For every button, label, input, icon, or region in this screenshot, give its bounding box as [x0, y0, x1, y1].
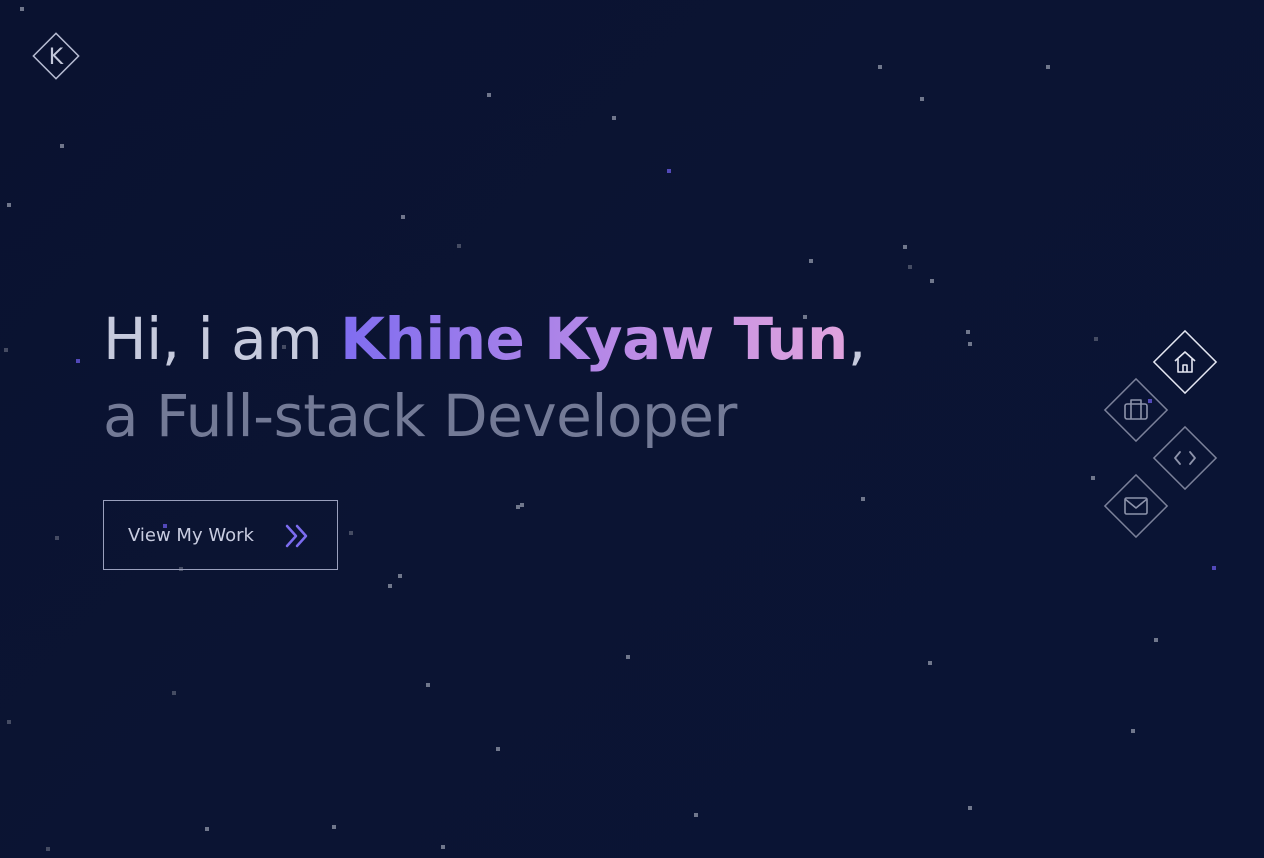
nav-contact-button[interactable] — [1101, 471, 1171, 541]
briefcase-icon — [1124, 399, 1148, 420]
hero-name: Khine Kyaw Tun — [340, 305, 848, 373]
hero-heading: Hi, i am Khine Kyaw Tun, — [103, 302, 1003, 376]
mail-icon — [1124, 497, 1148, 515]
home-icon — [1174, 351, 1196, 373]
hero-comma: , — [847, 305, 866, 373]
view-my-work-button[interactable]: View My Work — [103, 500, 338, 570]
view-my-work-label: View My Work — [128, 524, 254, 546]
hero-section: Hi, i am Khine Kyaw Tun, a Full-stack De… — [103, 302, 1003, 456]
double-chevron-right-icon — [285, 524, 308, 548]
hero-subtitle: a Full-stack Developer — [103, 382, 737, 450]
hero-greeting: Hi, i am — [103, 305, 341, 373]
logo-diamond-icon: K — [32, 32, 80, 80]
logo[interactable]: K — [29, 29, 83, 83]
logo-letter: K — [49, 45, 64, 70]
code-icon — [1174, 451, 1196, 465]
side-navigation — [1100, 325, 1222, 545]
